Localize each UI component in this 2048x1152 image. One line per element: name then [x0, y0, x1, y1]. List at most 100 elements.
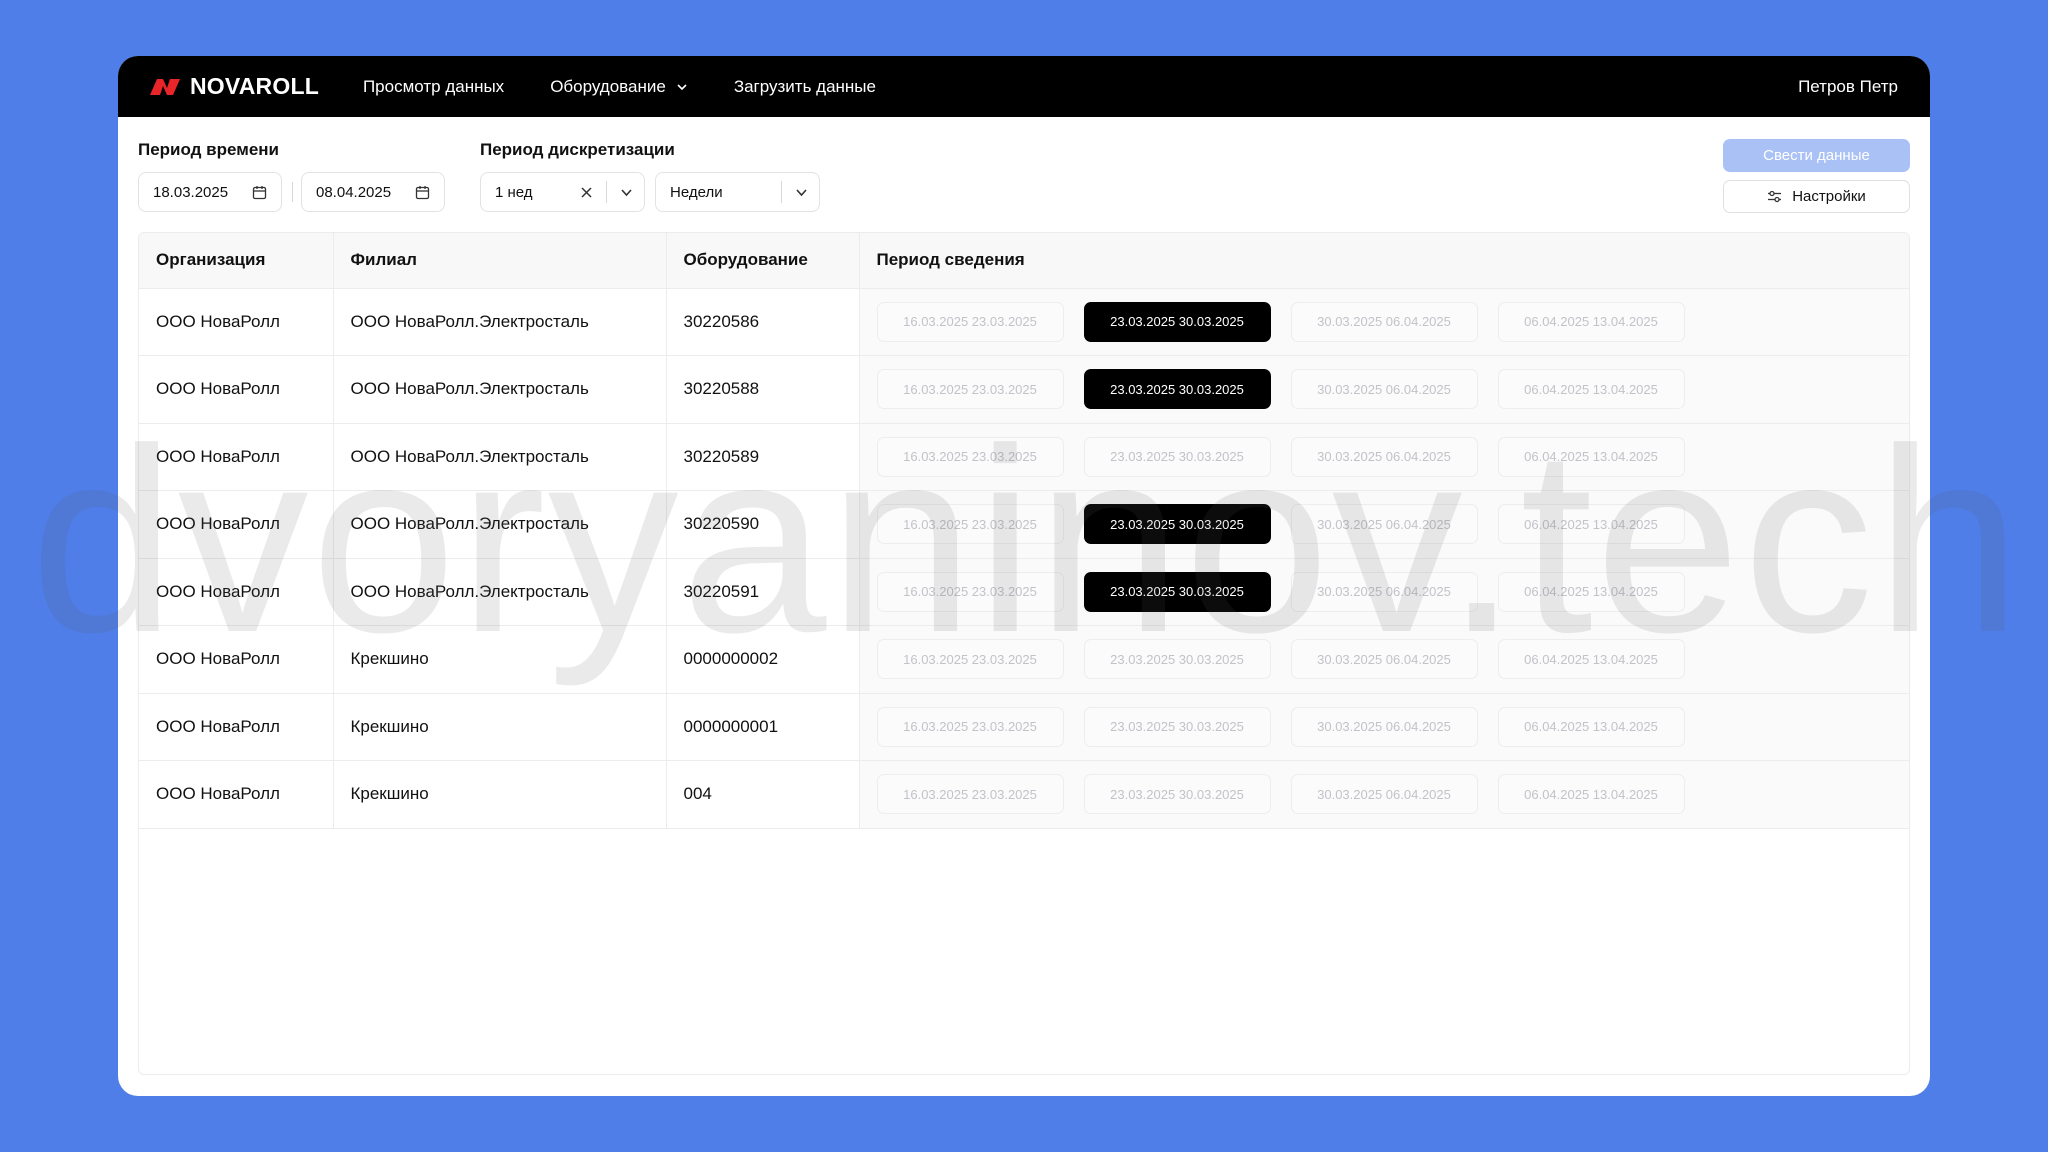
table-row[interactable]: ООО НоваРолл Крекшино 004 16.03.2025 23.03.…	[139, 760, 1909, 829]
nav-upload-data[interactable]: Загрузить данные	[734, 77, 876, 97]
period-cell: 16.03.2025 23.03.2025 23.03.2025 30.03.20…	[859, 355, 1909, 424]
table-row[interactable]: ООО НоваРолл ООО НоваРолл.Электросталь 302…	[139, 355, 1909, 424]
org-cell: ООО НоваРолл	[139, 355, 334, 424]
calendar-icon	[415, 185, 430, 199]
period-chip[interactable]: 30.03.2025 06.04.2025	[1290, 504, 1478, 545]
select-divider	[781, 181, 782, 203]
period-chip[interactable]: 30.03.2025 06.04.2025	[1290, 369, 1478, 410]
branch-cell: ООО НоваРолл.Электросталь	[333, 288, 667, 356]
period-chip[interactable]: 16.03.2025 23.03.2025	[876, 504, 1064, 545]
period-chip[interactable]: 16.03.2025 23.03.2025	[876, 706, 1064, 747]
period-chip[interactable]: 30.03.2025 06.04.2025	[1290, 774, 1478, 815]
period-chip[interactable]: 30.03.2025 06.04.2025	[1290, 301, 1478, 342]
table-row[interactable]: ООО НоваРолл Крекшино 0000000001 16.03.2025…	[139, 693, 1909, 761]
discretization-value-select[interactable]: 1 нед	[480, 172, 645, 212]
period-chip[interactable]: 16.03.2025 23.03.2025	[876, 571, 1064, 612]
nav-view-data-label: Просмотр данных	[362, 76, 505, 96]
logo-text: NOVAROLL	[190, 73, 319, 99]
equipment-cell: 0000000001	[666, 693, 860, 761]
chevron-down-icon[interactable]	[794, 185, 809, 200]
data-table: Организация Филиал Оборудование Период с…	[138, 232, 1910, 1075]
date-from-value: 18.03.2025	[153, 183, 229, 201]
org-cell: ООО НоваРолл	[139, 625, 334, 694]
table-row[interactable]: ООО НоваРолл ООО НоваРолл.Электросталь 302…	[139, 490, 1909, 559]
period-chip[interactable]: 06.04.2025 13.04.2025	[1497, 639, 1685, 680]
period-chip[interactable]: 06.04.2025 13.04.2025	[1497, 706, 1685, 747]
settings-button[interactable]: Настройки	[1723, 180, 1910, 213]
top-navbar: NOVAROLL Просмотр данных Оборудование За…	[118, 56, 1930, 117]
period-chip[interactable]: 06.04.2025 13.04.2025	[1497, 571, 1685, 612]
period-chip[interactable]: 06.04.2025 13.04.2025	[1497, 504, 1685, 545]
discretization-unit: Недели	[670, 183, 723, 201]
period-chip[interactable]: 16.03.2025 23.03.2025	[876, 639, 1064, 680]
period-chip[interactable]: 06.04.2025 13.04.2025	[1497, 301, 1685, 342]
date-from-input[interactable]: 18.03.2025	[138, 172, 282, 212]
table-row[interactable]: ООО НоваРолл Крекшино 0000000002 16.03.2025…	[139, 625, 1909, 694]
table-row[interactable]: ООО НоваРолл ООО НоваРолл.Электросталь 302…	[139, 558, 1909, 626]
period-cell: 16.03.2025 23.03.2025 23.03.2025 30.03.20…	[859, 288, 1909, 356]
period-chip[interactable]: 06.04.2025 13.04.2025	[1497, 369, 1685, 410]
period-chip[interactable]: 23.03.2025 30.03.2025	[1083, 436, 1271, 477]
org-cell: ООО НоваРолл	[139, 288, 334, 356]
nav-upload-data-label: Загрузить данные	[733, 76, 876, 96]
branch-cell: ООО НоваРолл.Электросталь	[333, 423, 667, 491]
period-chip[interactable]: 06.04.2025 13.04.2025	[1497, 436, 1685, 477]
select-divider	[606, 181, 607, 203]
clear-icon[interactable]	[579, 185, 594, 200]
chevron-down-icon[interactable]	[619, 185, 634, 200]
period-chip[interactable]: 16.03.2025 23.03.2025	[876, 436, 1064, 477]
discretization-value: 1 нед	[495, 183, 533, 201]
org-cell: ООО НоваРолл	[139, 490, 334, 559]
col-organization: Организация	[139, 233, 334, 289]
branch-cell: Крекшино	[333, 693, 667, 761]
equipment-cell: 004	[666, 760, 860, 829]
period-cell: 16.03.2025 23.03.2025 23.03.2025 30.03.20…	[859, 490, 1909, 559]
app-window: NOVAROLL Просмотр данных Оборудование За…	[118, 56, 1930, 1096]
nav-equipment-dropdown[interactable]: Оборудование	[550, 77, 688, 97]
col-branch: Филиал	[333, 233, 667, 289]
period-chip[interactable]: 16.03.2025 23.03.2025	[876, 369, 1064, 410]
branch-cell: ООО НоваРолл.Электросталь	[333, 355, 667, 424]
equipment-cell: 30220589	[666, 423, 860, 491]
equipment-cell: 30220588	[666, 355, 860, 424]
period-chip[interactable]: 16.03.2025 23.03.2025	[876, 774, 1064, 815]
nav-view-data[interactable]: Просмотр данных	[363, 77, 504, 97]
period-chip[interactable]: 23.03.2025 30.03.2025	[1083, 369, 1271, 410]
nav-equipment-label: Оборудование	[550, 76, 666, 96]
logo[interactable]: NOVAROLL	[148, 73, 319, 100]
period-chip[interactable]: 30.03.2025 06.04.2025	[1290, 571, 1478, 612]
period-chip[interactable]: 16.03.2025 23.03.2025	[876, 301, 1064, 342]
period-chip[interactable]: 06.04.2025 13.04.2025	[1497, 774, 1685, 815]
equipment-cell: 0000000002	[666, 625, 860, 694]
col-period: Период сведения	[859, 233, 1909, 289]
period-chip[interactable]: 23.03.2025 30.03.2025	[1083, 774, 1271, 815]
user-name[interactable]: Петров Петр	[1798, 77, 1898, 97]
period-chip[interactable]: 23.03.2025 30.03.2025	[1083, 571, 1271, 612]
org-cell: ООО НоваРолл	[139, 693, 334, 761]
equipment-cell: 30220590	[666, 490, 860, 559]
period-chip[interactable]: 30.03.2025 06.04.2025	[1290, 639, 1478, 680]
period-chip[interactable]: 23.03.2025 30.03.2025	[1083, 301, 1271, 342]
period-chip[interactable]: 30.03.2025 06.04.2025	[1290, 706, 1478, 747]
date-to-input[interactable]: 08.04.2025	[301, 172, 445, 212]
org-cell: ООО НоваРолл	[139, 423, 334, 491]
branch-cell: Крекшино	[333, 760, 667, 829]
period-cell: 16.03.2025 23.03.2025 23.03.2025 30.03.20…	[859, 423, 1909, 491]
period-chip[interactable]: 23.03.2025 30.03.2025	[1083, 706, 1271, 747]
period-chip[interactable]: 30.03.2025 06.04.2025	[1290, 436, 1478, 477]
novaroll-logo-icon	[150, 78, 180, 95]
org-cell: ООО НоваРолл	[139, 760, 334, 829]
period-chip[interactable]: 23.03.2025 30.03.2025	[1083, 639, 1271, 680]
org-cell: ООО НоваРолл	[139, 558, 334, 626]
period-chip[interactable]: 23.03.2025 30.03.2025	[1083, 504, 1271, 545]
sliders-icon	[1768, 190, 1782, 203]
apply-button[interactable]: Свести данные	[1723, 139, 1910, 172]
equipment-cell: 30220591	[666, 558, 860, 626]
settings-label: Настройки	[1792, 188, 1866, 205]
date-separator	[292, 182, 293, 202]
table-row[interactable]: ООО НоваРолл ООО НоваРолл.Электросталь 302…	[139, 288, 1909, 356]
table-row[interactable]: ООО НоваРолл ООО НоваРолл.Электросталь 302…	[139, 423, 1909, 491]
branch-cell: ООО НоваРолл.Электросталь	[333, 558, 667, 626]
discretization-unit-select[interactable]: Недели	[655, 172, 820, 212]
time-period-label: Период времени	[138, 140, 279, 159]
